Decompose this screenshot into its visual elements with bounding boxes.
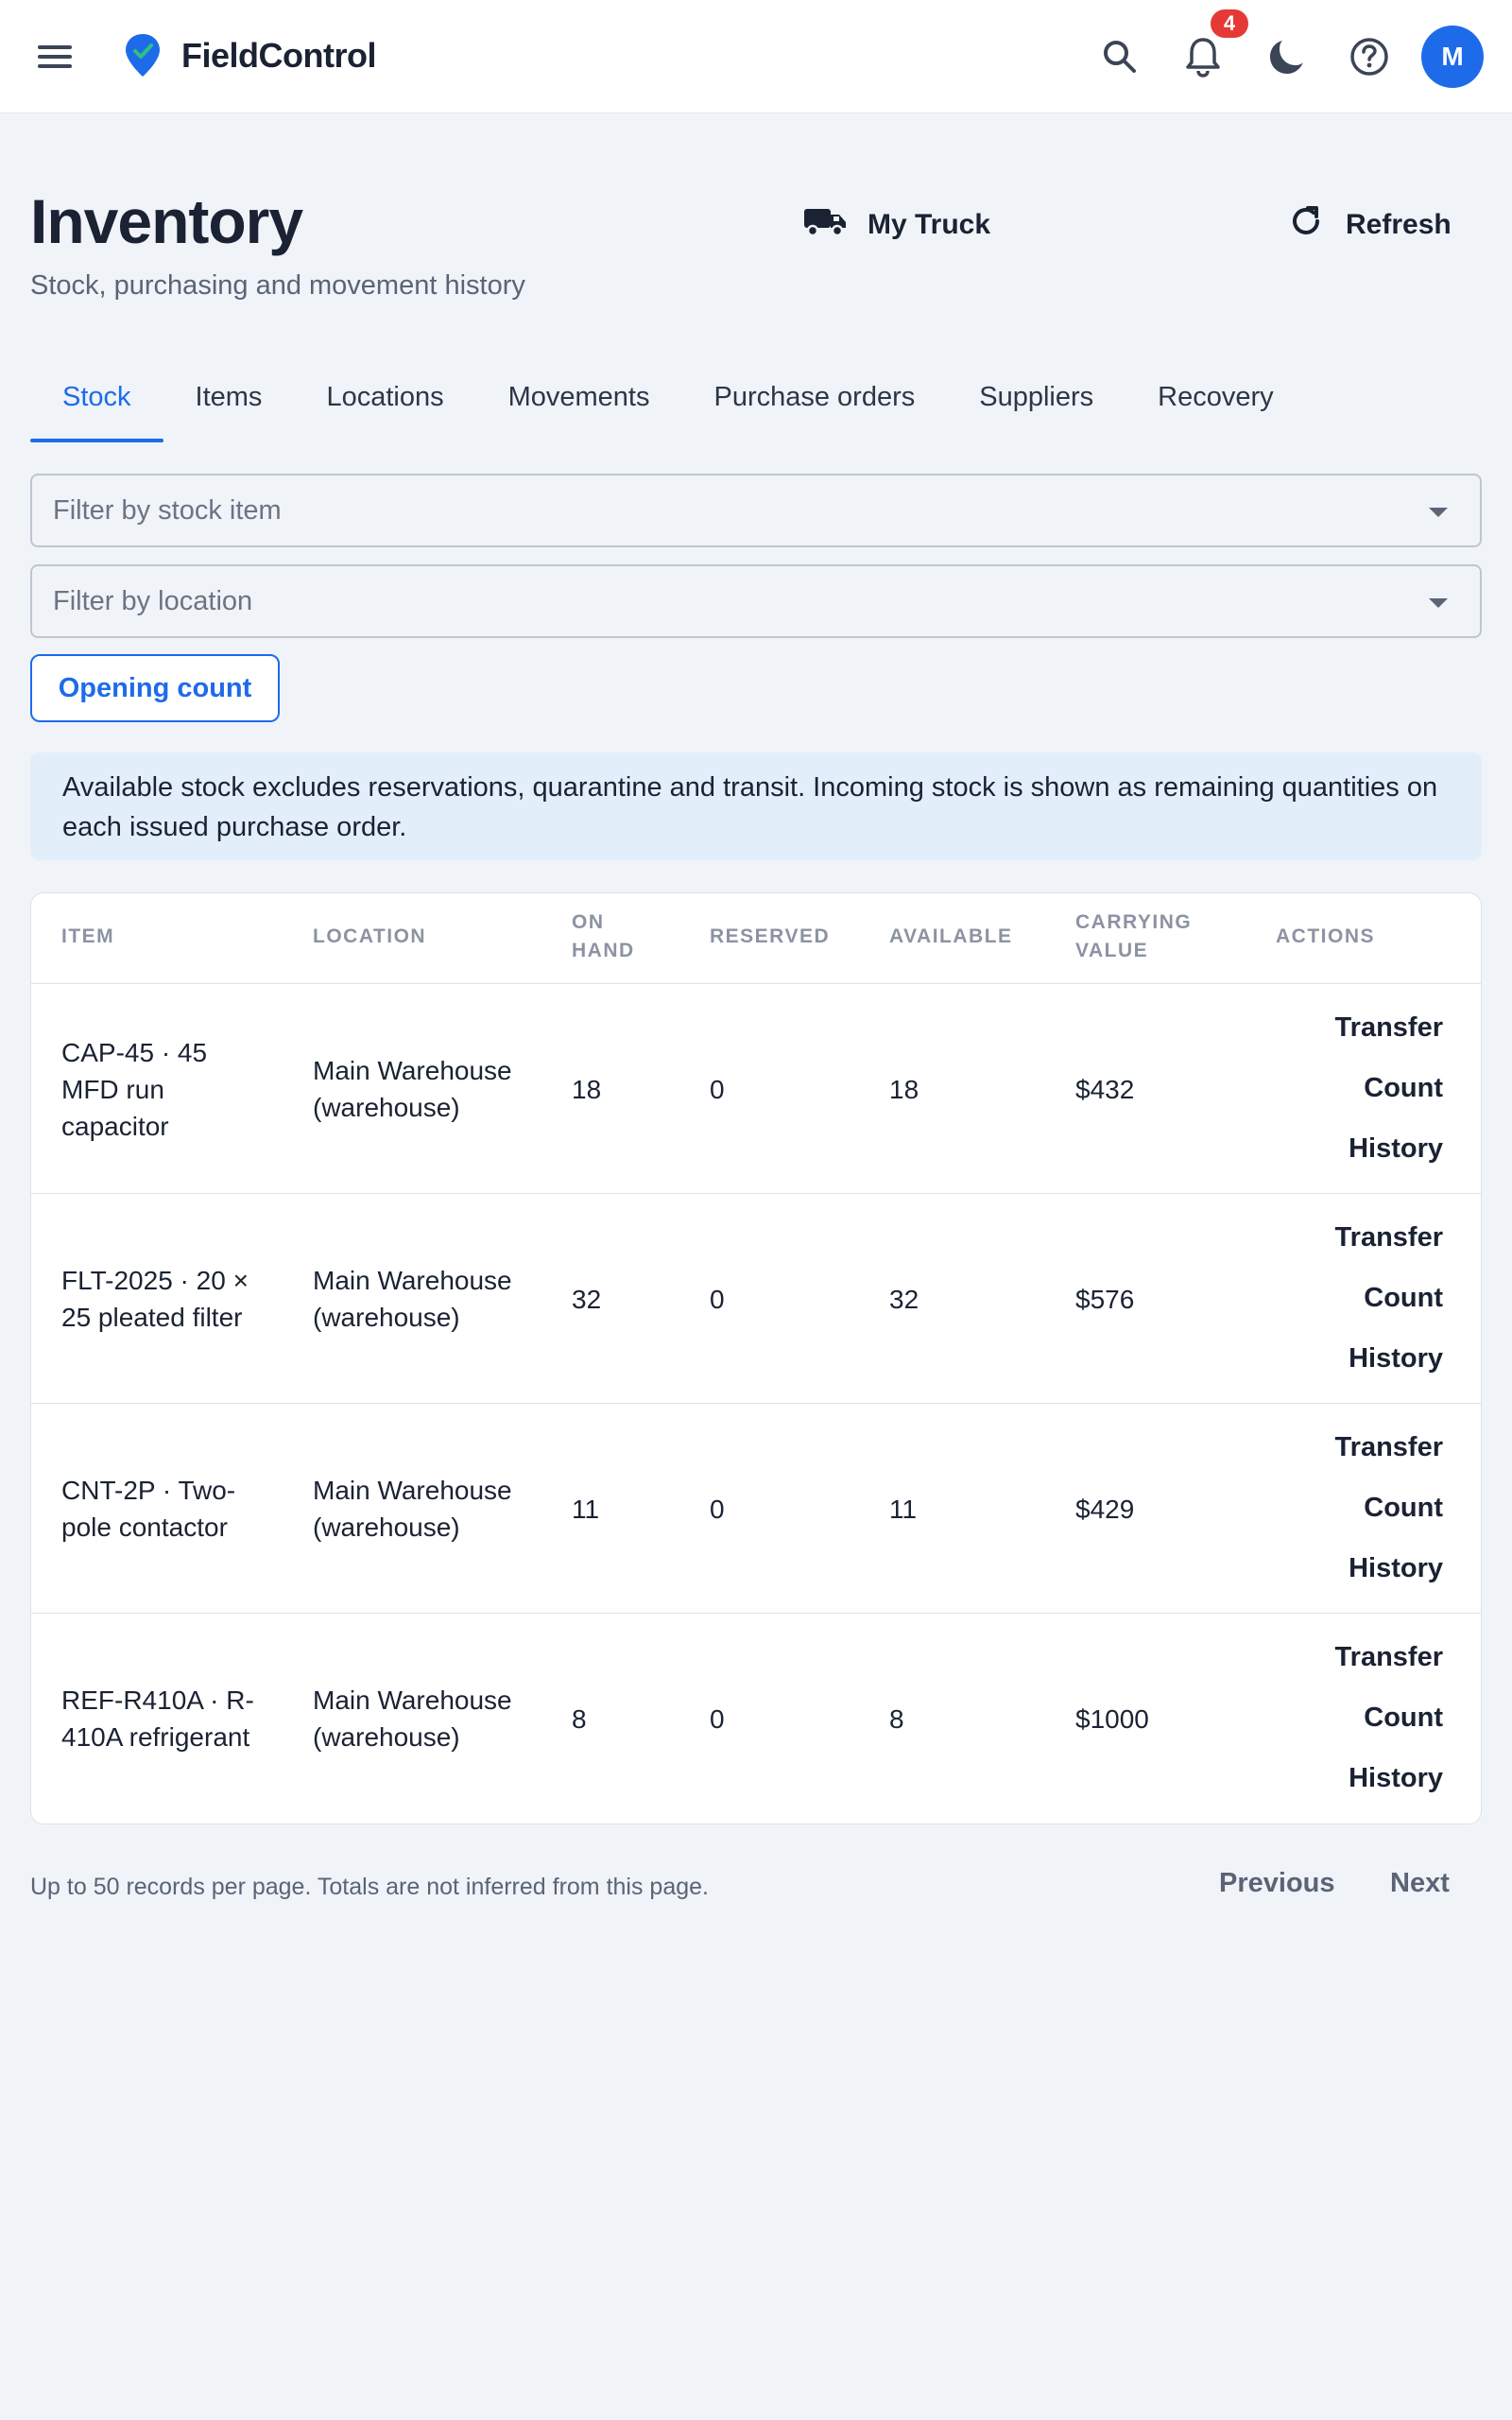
refresh-button[interactable]: Refresh [1287,197,1452,253]
item-cell: FLT-2025 · 20 × 25 pleated filter [61,1266,249,1332]
tab-stock[interactable]: Stock [30,369,163,442]
count-button[interactable]: Count [1364,1073,1443,1104]
location-filter-select[interactable]: Filter by location [30,564,1482,638]
reserved-cell: 0 [710,1284,725,1314]
dark-mode-moon-icon[interactable] [1259,28,1315,85]
next-page-button[interactable]: Next [1390,1868,1450,1899]
pagination-note: Up to 50 records per page. Totals are no… [30,1874,709,1900]
inventory-tabs: Stock Items Locations Movements Purchase… [30,369,1306,442]
user-avatar[interactable]: M [1421,26,1484,88]
count-button[interactable]: Count [1364,1283,1443,1314]
previous-page-button[interactable]: Previous [1219,1868,1335,1899]
reserved-cell: 0 [710,1494,725,1524]
table-row: FLT-2025 · 20 × 25 pleated filter Main W… [31,1194,1481,1404]
item-cell: CAP-45 · 45 MFD run capacitor [61,1037,208,1141]
location-cell: Main Warehouse (warehouse) [313,1056,512,1122]
app-bar: FieldControl 4 M [0,0,1512,113]
help-icon[interactable] [1341,28,1398,85]
tab-items[interactable]: Items [163,369,295,442]
transfer-button[interactable]: Transfer [1335,1222,1443,1253]
count-button[interactable]: Count [1364,1703,1443,1734]
tab-suppliers[interactable]: Suppliers [947,369,1125,442]
chevron-down-icon [1429,598,1448,608]
table-row: CAP-45 · 45 MFD run capacitor Main Wareh… [31,984,1481,1194]
stock-item-filter-select[interactable]: Filter by stock item [30,474,1482,547]
on-hand-cell: 18 [572,1074,602,1104]
available-cell: 32 [889,1284,919,1314]
column-header-reserved: RESERVED [710,925,831,947]
refresh-icon [1287,202,1325,248]
history-button[interactable]: History [1349,1343,1443,1374]
reserved-cell: 0 [710,1703,725,1734]
refresh-label: Refresh [1346,209,1452,240]
column-header-item: ITEM [61,925,115,947]
location-cell: Main Warehouse (warehouse) [313,1685,512,1752]
logo-pin-icon [121,32,164,79]
page-title: Inventory [30,186,303,256]
table-header: ITEM LOCATION ON HAND RESERVED AVAILABLE… [31,893,1481,984]
history-button[interactable]: History [1349,1553,1443,1584]
my-truck-label: My Truck [868,209,991,240]
on-hand-cell: 11 [572,1494,600,1524]
transfer-button[interactable]: Transfer [1335,1642,1443,1673]
history-button[interactable]: History [1349,1133,1443,1165]
tab-locations[interactable]: Locations [294,369,475,442]
brand-name: FieldControl [181,36,376,75]
table-row: CNT-2P · Two-pole contactor Main Warehou… [31,1404,1481,1614]
table-row: REF-R410A · R-410A refrigerant Main Ware… [31,1614,1481,1824]
column-header-available: AVAILABLE [889,925,1013,947]
column-header-actions: ACTIONS [1276,925,1375,947]
chevron-down-icon [1429,508,1448,517]
stock-item-filter-placeholder: Filter by stock item [53,494,282,526]
column-header-on-hand: ON HAND [572,911,635,961]
reserved-cell: 0 [710,1074,725,1104]
truck-icon [803,205,847,245]
item-cell: CNT-2P · Two-pole contactor [61,1476,236,1542]
tab-recovery[interactable]: Recovery [1125,369,1306,442]
info-banner: Available stock excludes reservations, q… [30,752,1482,860]
search-icon[interactable] [1091,28,1148,85]
available-cell: 8 [889,1703,904,1734]
carrying-value-cell: $576 [1075,1284,1135,1314]
menu-icon[interactable] [34,38,79,76]
column-header-location: LOCATION [313,925,427,947]
available-cell: 11 [889,1494,918,1524]
count-button[interactable]: Count [1364,1493,1443,1524]
opening-count-button[interactable]: Opening count [30,654,280,722]
transfer-button[interactable]: Transfer [1335,1432,1443,1463]
page-subtitle: Stock, purchasing and movement history [30,270,525,301]
column-header-carrying-value: CARRYING VALUE [1075,911,1193,961]
item-cell: REF-R410A · R-410A refrigerant [61,1685,254,1752]
tab-purchase-orders[interactable]: Purchase orders [681,369,947,442]
transfer-button[interactable]: Transfer [1335,1012,1443,1044]
history-button[interactable]: History [1349,1763,1443,1794]
location-cell: Main Warehouse (warehouse) [313,1476,512,1542]
carrying-value-cell: $429 [1075,1494,1135,1524]
tab-movements[interactable]: Movements [476,369,682,442]
available-cell: 18 [889,1074,919,1104]
location-cell: Main Warehouse (warehouse) [313,1266,512,1332]
my-truck-button[interactable]: My Truck [803,197,990,253]
location-filter-placeholder: Filter by location [53,585,253,616]
stock-table: ITEM LOCATION ON HAND RESERVED AVAILABLE… [30,892,1482,1824]
on-hand-cell: 32 [572,1284,602,1314]
carrying-value-cell: $432 [1075,1074,1135,1104]
carrying-value-cell: $1000 [1075,1703,1149,1734]
on-hand-cell: 8 [572,1703,587,1734]
notification-badge: 4 [1211,9,1248,38]
